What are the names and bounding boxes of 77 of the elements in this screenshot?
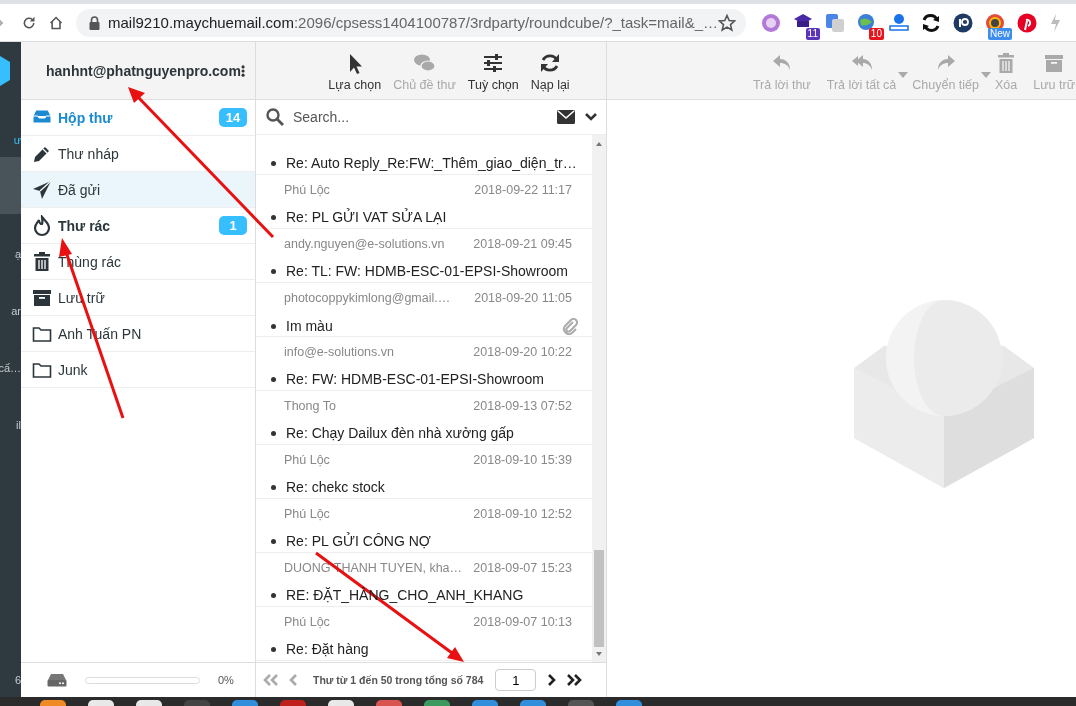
sender: Phú Lộc xyxy=(284,615,330,630)
rail-item[interactable]: ar xyxy=(11,304,21,318)
url-text: mail9210.maychuemail.com:2096/cpsess1404100787/3rdparty/roundcube/?_task=mail&_… xyxy=(108,14,718,31)
status-dot-icon xyxy=(271,214,276,220)
date: 2018-09-21 09:45 xyxy=(473,237,572,252)
folder-item[interactable]: Đã gửi xyxy=(21,172,255,208)
next-page-icon[interactable] xyxy=(546,674,557,686)
date: 2018-09-20 10:22 xyxy=(473,345,572,360)
paper-plane-icon xyxy=(31,178,53,201)
sender: Phú Lộc xyxy=(284,453,330,468)
status-dot-icon xyxy=(271,430,276,436)
status-dot-icon xyxy=(271,538,276,544)
status-dot-icon xyxy=(271,646,276,652)
status-dot-icon xyxy=(271,323,276,329)
quota-reading: 0% xyxy=(218,674,234,686)
extension-icon[interactable] xyxy=(920,11,942,34)
sliders-icon xyxy=(482,51,505,74)
scrollbar-drawing[interactable] xyxy=(592,135,606,662)
subject: Re: TL: FW: HDMB-ESC-01-EPSI-Showroom xyxy=(286,263,569,279)
chevron-down-icon[interactable] xyxy=(585,113,597,121)
subject: Im màu xyxy=(286,318,334,334)
rail-item[interactable]: 6 xyxy=(14,673,21,687)
toolbar-button[interactable]: Lựa chọn xyxy=(323,45,387,96)
date: 2018-09-07 15:23 xyxy=(473,561,572,576)
folder-item[interactable]: Junk xyxy=(21,352,255,388)
sender: Thong To xyxy=(284,399,336,414)
star-icon[interactable] xyxy=(718,13,736,32)
date: 2018-09-10 15:39 xyxy=(473,453,572,468)
subject: Re: chekc stock xyxy=(286,479,386,495)
subject: Re: Đặt hàng xyxy=(286,641,370,657)
lock-icon xyxy=(89,15,100,30)
date: 2018-09-20 11:05 xyxy=(474,291,572,306)
status-dot-icon xyxy=(271,376,276,382)
folder-item[interactable]: Hộp thư 14 xyxy=(21,100,255,136)
date: 2018-09-22 11:17 xyxy=(474,183,572,198)
toolbar-button[interactable]: Tuỳ chọn xyxy=(462,45,524,96)
status-dot-icon xyxy=(271,592,276,598)
unread-count: 1 xyxy=(219,216,247,235)
subject: Re: FW: HDMB-ESC-01-EPSI-Showroom xyxy=(286,371,545,387)
hard-drive-icon xyxy=(47,673,67,687)
sender: photocoppykimlong@gmail.… xyxy=(284,291,451,306)
toolbar-button[interactable]: Nạp lại xyxy=(525,45,575,96)
page-count-text: Thư từ 1 đến 50 trong tổng số 784 xyxy=(313,674,484,686)
date: 2018-09-07 10:13 xyxy=(473,615,572,630)
extension-badge: 10 xyxy=(868,27,884,40)
page-field[interactable]: 1 xyxy=(495,669,537,691)
subject: Re: Auto Reply_Re:FW:_Thêm_giao_diện_tr… xyxy=(286,155,578,171)
status-dot-icon xyxy=(271,484,276,490)
sender: Phú Lộc xyxy=(284,183,330,198)
date: 2018-09-10 12:52 xyxy=(473,507,572,522)
account-name: hanhnt@phatnguyenpro.com xyxy=(46,62,241,79)
message-row[interactable]: photocoppykimlong@gmail.… 2018-09-20 11:05 Im màu xyxy=(256,283,592,337)
subject: Re: PL GỬI VAT SỬA LẠI xyxy=(286,209,448,225)
status-dot-icon xyxy=(271,268,276,274)
subject: Re: PL GỬI CÔNG NỢ xyxy=(286,533,432,549)
rail-item[interactable]: il xyxy=(16,418,21,432)
flame-icon xyxy=(31,214,53,237)
address-bar[interactable]: mail9210.maychuemail.com:2096/cpsess1404100787/3rdparty/roundcube/?_task=mail&_… xyxy=(76,8,746,37)
rail-item[interactable]: ạ xyxy=(14,247,21,261)
previous-page-icon[interactable] xyxy=(289,674,299,686)
sender: Phú Lộc xyxy=(284,507,330,522)
extension-badge: 11 xyxy=(805,27,820,40)
last-page-icon[interactable] xyxy=(566,674,583,686)
search-field[interactable]: Search... xyxy=(291,108,557,126)
sender: andy.nguyen@e-solutions.vn xyxy=(284,237,445,252)
logo-icon xyxy=(0,56,10,86)
search-icon xyxy=(266,108,284,126)
date: 2018-09-13 07:52 xyxy=(473,399,572,414)
status-dot-icon xyxy=(271,160,276,166)
envelope-icon[interactable] xyxy=(557,110,575,124)
extension-icon[interactable] xyxy=(952,11,974,34)
unread-count: 14 xyxy=(219,108,247,127)
sender: info@e-solutions.vn xyxy=(284,345,394,360)
subject: Re: Chạy Dailux đèn nhà xưởng gấp xyxy=(286,425,515,441)
trash-icon xyxy=(31,250,53,273)
rail-item[interactable]: ư xyxy=(13,133,21,147)
folder-item[interactable]: Thư rác 1 xyxy=(21,208,255,244)
